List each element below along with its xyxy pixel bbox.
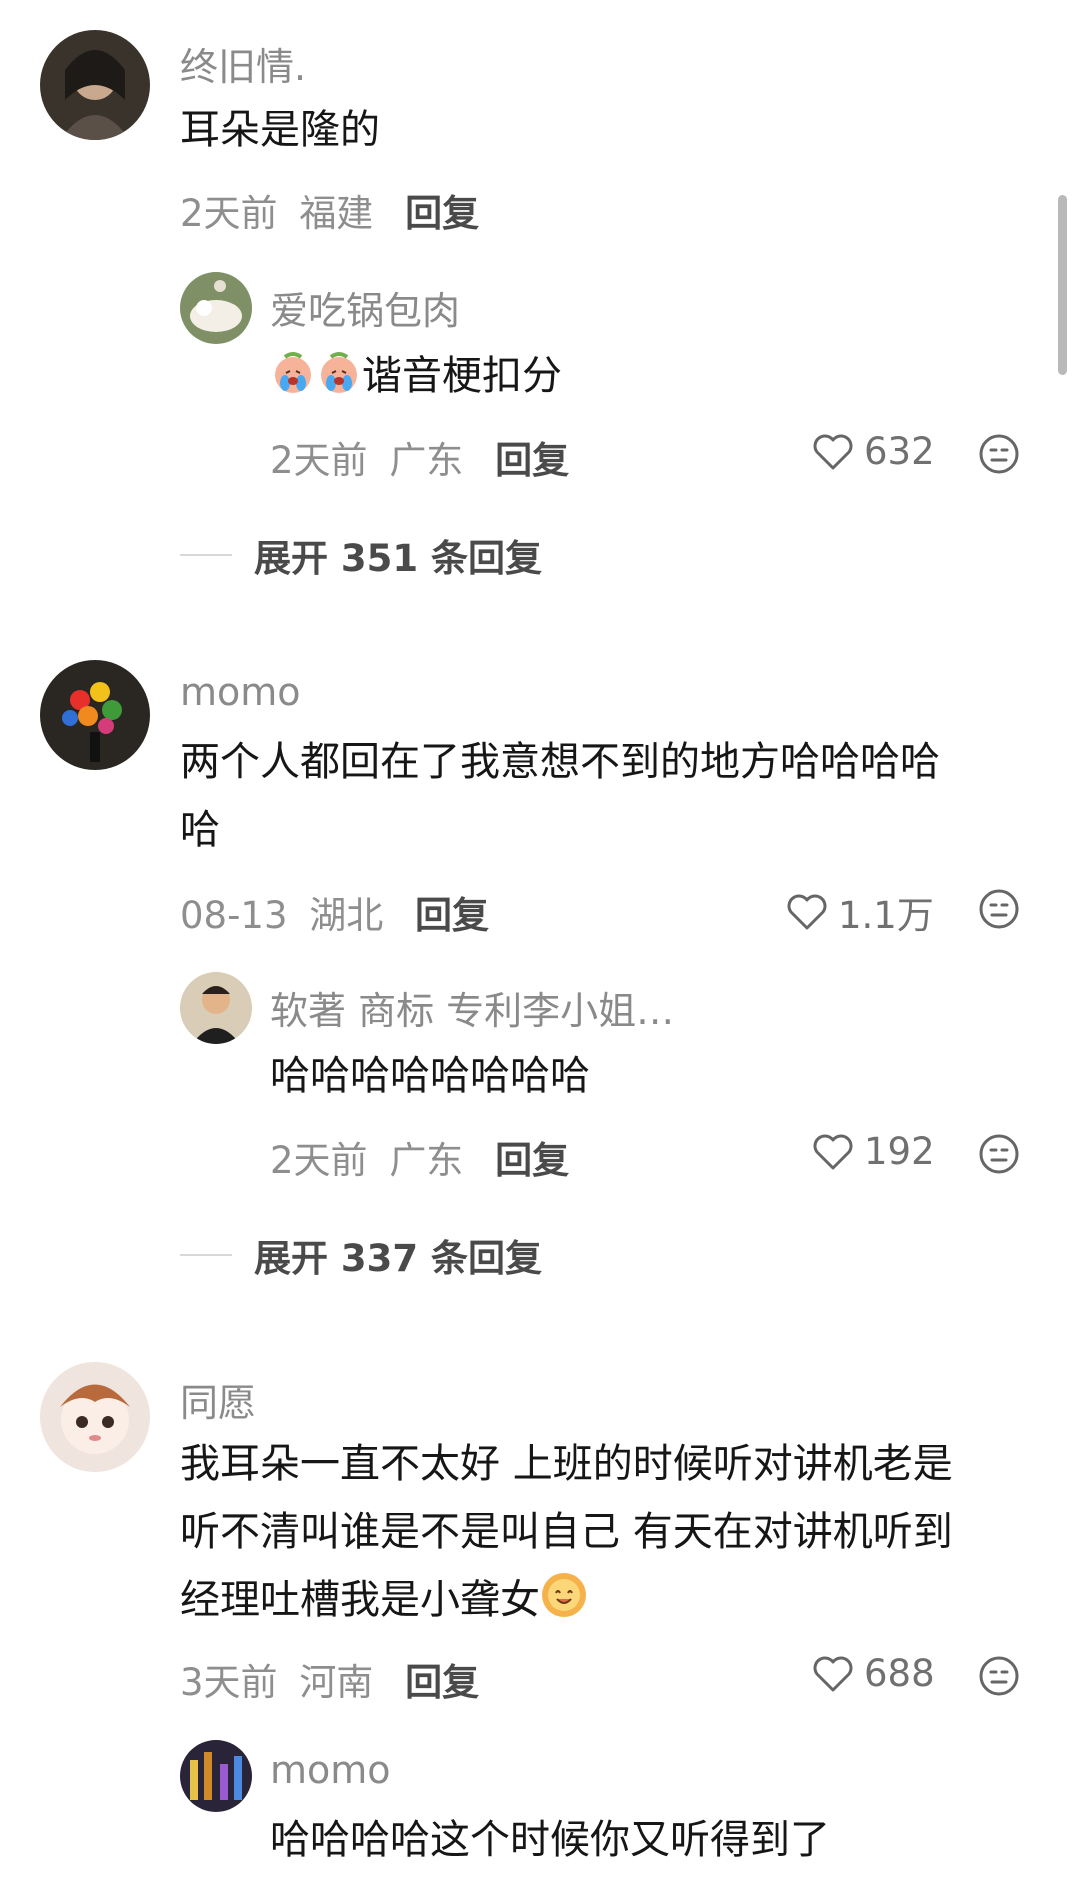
reply-button[interactable]: 回复 <box>415 894 489 937</box>
expand-replies-button[interactable]: 展开 351 条回复 <box>180 528 542 582</box>
neutral-face-icon <box>979 434 1019 474</box>
reply-username[interactable]: momo <box>270 1748 391 1792</box>
comment-username[interactable]: momo <box>180 670 301 714</box>
divider <box>180 1254 232 1256</box>
reply-text: 哈哈哈哈哈哈哈哈 <box>270 1053 590 1099</box>
reply-text-content: 谐音梗扣分 <box>362 353 562 399</box>
neutral-face-icon <box>979 889 1019 929</box>
avatar[interactable] <box>180 272 252 344</box>
reply-time: 2天前 <box>270 1139 368 1182</box>
reply-meta: 2天前 广东 回复 <box>270 1130 569 1184</box>
comment-text-line: 我耳朵一直不太好 上班的时候听对讲机老是 <box>180 1441 953 1487</box>
expand-replies-label: 展开 337 条回复 <box>254 1237 542 1280</box>
heart-icon <box>813 1656 853 1691</box>
sun-smile-icon <box>540 1571 588 1640</box>
divider <box>180 554 232 556</box>
comment-username[interactable]: 同愿 <box>180 1372 256 1427</box>
reply-button[interactable]: 回复 <box>495 1139 569 1182</box>
avatar[interactable] <box>40 660 150 770</box>
heart-icon <box>813 434 853 469</box>
comment-username[interactable]: 终旧情. <box>180 36 306 91</box>
comment-text-line: 两个人都回在了我意想不到的地方哈哈哈哈 <box>180 739 940 785</box>
comment-meta: 2天前 福建 回复 <box>180 183 479 237</box>
dislike-button[interactable] <box>978 888 1020 934</box>
like-count: 1.1万 <box>838 894 934 937</box>
comment-location: 湖北 <box>309 894 384 937</box>
comment-meta: 08-13 湖北 回复 <box>180 885 489 939</box>
comment-time: 2天前 <box>180 192 278 235</box>
comment-text: 耳朵是隆的 <box>180 107 380 153</box>
like-count: 688 <box>864 1652 935 1695</box>
reply-location: 广东 <box>389 439 464 482</box>
crying-face-icon <box>270 348 316 416</box>
expand-replies-label: 展开 351 条回复 <box>254 537 542 580</box>
comment-text-content: 经理吐槽我是小聋女 <box>180 1577 540 1623</box>
comment-location: 福建 <box>299 192 374 235</box>
crying-face-icon <box>316 348 362 416</box>
comment-text-line: 听不清叫谁是不是叫自己 有天在对讲机听到 <box>180 1509 953 1555</box>
heart-icon <box>787 894 827 930</box>
reply-meta: 2天前 广东 回复 <box>270 430 569 484</box>
dislike-button[interactable] <box>978 433 1020 479</box>
like-button[interactable]: 192 <box>812 1130 935 1173</box>
avatar[interactable] <box>180 1740 252 1812</box>
comment-text: 我耳朵一直不太好 上班的时候听对讲机老是 听不清叫谁是不是叫自己 有天在对讲机听… <box>180 1430 953 1640</box>
comment-text-line: 经理吐槽我是小聋女 <box>180 1566 953 1640</box>
scrollbar[interactable] <box>1058 195 1067 375</box>
comment-meta: 3天前 河南 回复 <box>180 1652 479 1706</box>
like-button[interactable]: 632 <box>812 430 935 473</box>
neutral-face-icon <box>979 1134 1019 1174</box>
reply-location: 广东 <box>389 1139 464 1182</box>
comment-time: 3天前 <box>180 1661 278 1704</box>
dislike-button[interactable] <box>978 1655 1020 1701</box>
like-count: 192 <box>864 1130 935 1173</box>
comment-location: 河南 <box>299 1661 374 1704</box>
reply-button[interactable]: 回复 <box>495 439 569 482</box>
comment-text-line: 哈 <box>180 807 220 853</box>
comment-text: 两个人都回在了我意想不到的地方哈哈哈哈 哈 <box>180 728 940 864</box>
like-button[interactable]: 1.1万 <box>786 885 934 939</box>
avatar[interactable] <box>180 972 252 1044</box>
avatar[interactable] <box>40 30 150 140</box>
reply-button[interactable]: 回复 <box>405 192 479 235</box>
reply-button[interactable]: 回复 <box>405 1661 479 1704</box>
comment-time: 08-13 <box>180 894 288 937</box>
like-button[interactable]: 688 <box>812 1652 935 1695</box>
expand-replies-button[interactable]: 展开 337 条回复 <box>180 1228 542 1282</box>
reply-text: 谐音梗扣分 <box>270 342 562 416</box>
heart-icon <box>813 1134 853 1169</box>
reply-username[interactable]: 软著 商标 专利李小姐… <box>270 980 674 1035</box>
dislike-button[interactable] <box>978 1133 1020 1179</box>
like-count: 632 <box>864 430 935 473</box>
avatar[interactable] <box>40 1362 150 1472</box>
reply-username[interactable]: 爱吃锅包肉 <box>270 280 460 335</box>
reply-text: 哈哈哈哈这个时候你又听得到了 <box>270 1817 830 1863</box>
reply-time: 2天前 <box>270 439 368 482</box>
neutral-face-icon <box>979 1656 1019 1696</box>
